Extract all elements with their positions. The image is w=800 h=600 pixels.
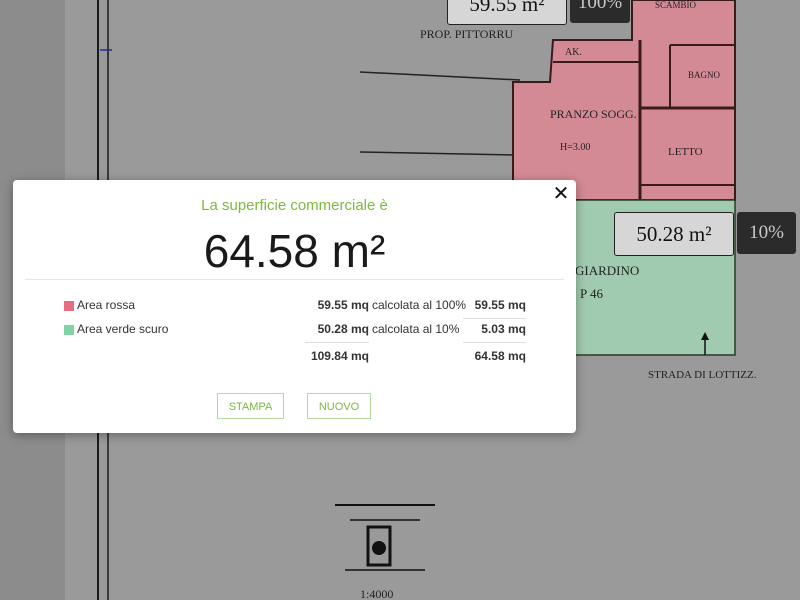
print-button[interactable]: STAMPA [217,393,284,419]
map-label-garden: GIARDINO [575,263,639,278]
table-row-green-area: Area verde scuro 50.28 mq calcolata al 1… [13,322,576,342]
map-label-pranzo: PRANZO SOGG. [550,107,637,121]
map-label-bagno: BAGNO [688,70,721,80]
map-label-top: SCAMBIO [655,0,697,10]
green-area-percent-label[interactable]: 10% [737,212,796,254]
table-row-red-area: Area rossa 59.55 mq calcolata al 100% 59… [13,298,576,318]
result-dialog: ✕ La superficie commerciale è 64.58 m² A… [13,180,576,433]
total-commercial-area: 64.58 m² [203,225,386,277]
row-calc: calcolata al 100% [372,298,467,312]
row-area: 59.55 mq [317,298,369,312]
map-label-garden-num: P 46 [580,286,603,301]
map-label-height: H=3.00 [560,142,590,153]
map-label-scale: 1:4000 [360,587,393,600]
map-label-ak: AK. [565,47,582,58]
divider [25,279,564,280]
dialog-title: La superficie commerciale è [201,197,388,214]
row-commercial: 5.03 mq [481,322,526,336]
red-swatch-icon [64,301,74,311]
divider [463,342,526,343]
row-commercial: 59.55 mq [474,298,526,312]
row-label: Area rossa [77,298,136,312]
sum-commercial: 64.58 mq [474,349,526,363]
row-label: Area verde scuro [77,322,169,336]
new-button[interactable]: NUOVO [307,393,371,419]
sum-area: 109.84 mq [310,349,369,363]
row-area: 50.28 mq [317,322,369,336]
green-swatch-icon [64,325,74,335]
red-area-percent-label[interactable]: 100% [570,0,630,23]
table-row-total: 109.84 mq 64.58 mq [13,349,576,369]
divider [305,342,369,343]
map-label-owner: PROP. PITTORRU [420,27,513,41]
red-area-size-label: 59.55 m² [447,0,567,25]
row-calc: calcolata al 10% [372,322,460,336]
map-label-road: STRADA DI LOTTIZZ. [648,369,757,381]
green-area-size-label: 50.28 m² [614,212,734,256]
map-label-letto: LETTO [668,146,703,158]
divider [463,318,526,319]
